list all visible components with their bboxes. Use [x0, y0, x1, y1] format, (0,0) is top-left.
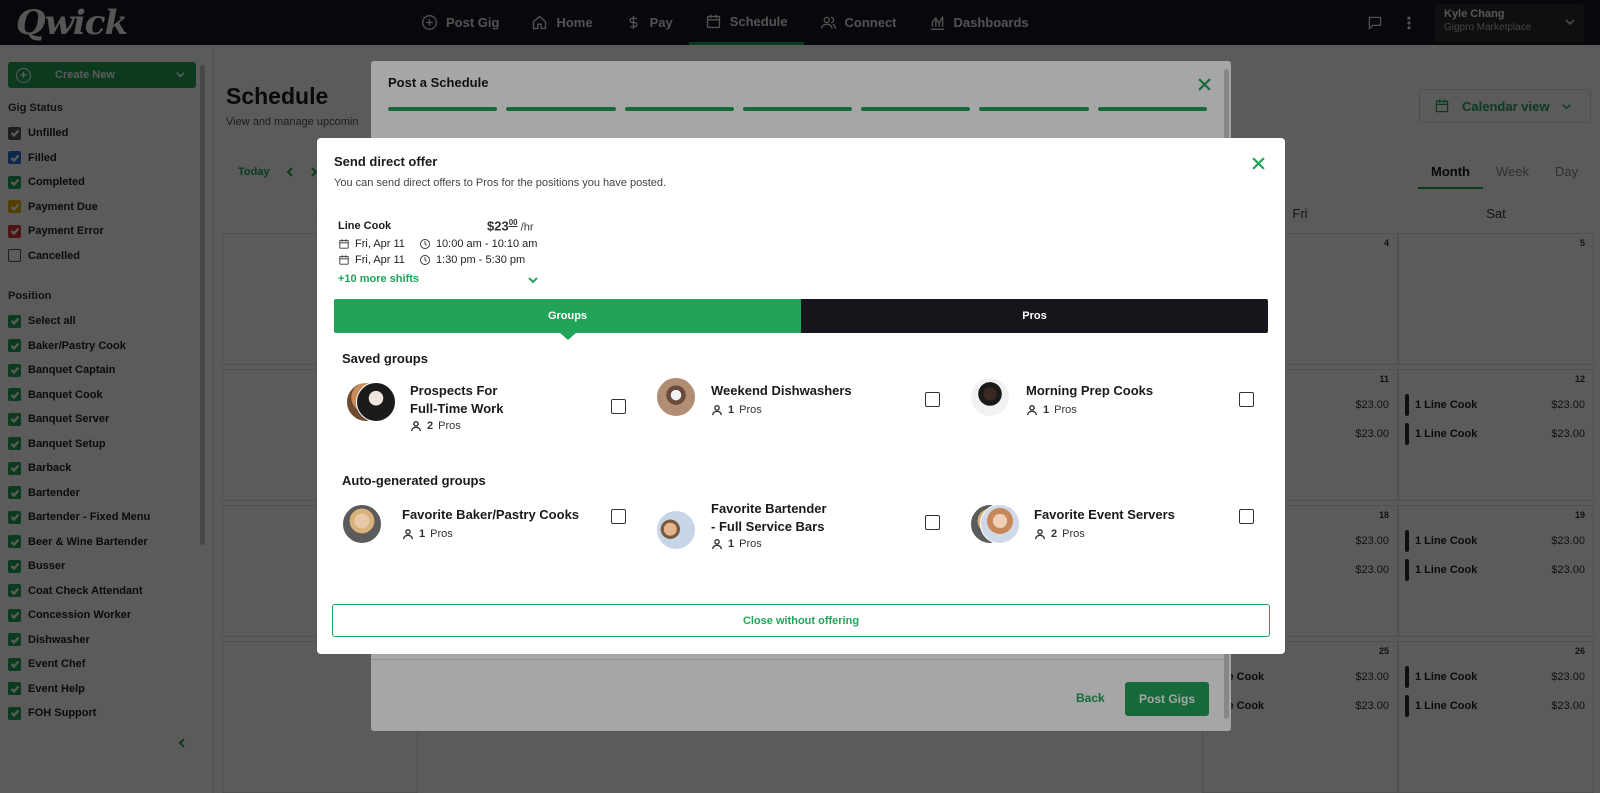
group-count-number: 1 — [728, 538, 735, 550]
saved-groups-heading: Saved groups — [342, 351, 428, 366]
rate-cents: 00 — [508, 218, 518, 227]
group-count: 2 Pros — [410, 419, 461, 433]
clock-icon — [419, 255, 430, 265]
group-name: Weekend Dishwashers — [711, 383, 852, 398]
group-count: 1 Pros — [711, 537, 762, 551]
avatar — [356, 382, 396, 422]
group-row[interactable]: Prospects For Full-Time Work 2 Pros — [342, 382, 638, 438]
group-checkbox[interactable] — [611, 509, 626, 524]
group-name-line: Full-Time Work — [410, 401, 504, 416]
calendar-icon — [339, 239, 349, 249]
person-icon — [411, 421, 421, 432]
close-icon[interactable] — [1252, 157, 1265, 170]
group-count-label: Pros — [739, 404, 762, 416]
group-checkbox[interactable] — [1239, 392, 1254, 407]
group-name: Favorite Baker/Pastry Cooks — [402, 507, 580, 522]
person-icon — [712, 405, 722, 416]
group-checkbox[interactable] — [611, 399, 626, 414]
shift-date: Fri, Apr 11 — [355, 254, 405, 266]
person-icon — [1035, 529, 1045, 540]
send-direct-offer-modal: Send direct offer You can send direct of… — [317, 138, 1285, 654]
group-count-label: Pros — [1062, 528, 1085, 540]
group-count-label: Pros — [739, 538, 762, 550]
group-count-label: Pros — [1054, 404, 1077, 416]
group-name: Prospects For Full-Time Work — [410, 382, 503, 418]
tab-groups[interactable]: Groups — [334, 299, 801, 340]
rate-unit: /hr — [517, 221, 534, 234]
group-checkbox[interactable] — [925, 515, 940, 530]
group-name: Favorite Event Servers — [1034, 507, 1175, 522]
shift-time: 1:30 pm - 5:30 pm — [435, 254, 526, 266]
avatar — [970, 377, 1010, 417]
group-count: 2 Pros — [1034, 527, 1085, 541]
group-name-line: Favorite Bartender — [711, 501, 827, 516]
group-row[interactable]: Favorite Bartender - Full Service Bars 1P… — [656, 501, 952, 562]
group-count-number: 1 — [728, 404, 735, 416]
group-row[interactable]: Morning Prep Cooks 1 Pros — [970, 377, 1266, 438]
group-count-number: 2 — [1051, 528, 1058, 540]
auto-groups-heading: Auto-generated groups — [342, 473, 486, 488]
clock-icon — [419, 239, 430, 249]
more-shifts-label: +10 more shifts — [338, 273, 420, 285]
group-row[interactable]: Weekend Dishwashers 1 Pros — [656, 377, 952, 438]
position-name: Line Cook — [338, 220, 392, 232]
group-count-number: 1 — [419, 528, 426, 540]
group-checkbox[interactable] — [925, 392, 940, 407]
avatar — [656, 510, 696, 550]
group-count-number: 2 — [427, 420, 434, 432]
group-count-number: 1 — [1043, 404, 1050, 416]
group-count: 1 Pros — [402, 527, 453, 541]
position-rate: $2300 /hr — [487, 218, 534, 233]
shift-time: 10:00 am - 10:10 am — [435, 238, 538, 250]
more-shifts-toggle[interactable]: +10 more shifts — [338, 273, 538, 285]
group-count-label: Pros — [430, 528, 453, 540]
group-row[interactable]: Favorite Baker/Pastry Cooks 1 Pros — [342, 504, 638, 562]
group-count: 1 Pros — [711, 403, 762, 417]
shift-line: Fri, Apr 11 10:00 am - 10:10 am — [338, 237, 537, 251]
offer-tabs: Groups Pros — [334, 299, 1268, 340]
person-icon — [712, 539, 722, 550]
chevron-down-icon — [528, 277, 538, 284]
shift-date: Fri, Apr 11 — [355, 238, 405, 250]
group-name: Morning Prep Cooks — [1026, 383, 1154, 398]
rate-dollars: $23 — [487, 218, 509, 234]
group-name: Favorite Bartender - Full Service Bars — [711, 500, 827, 536]
group-row[interactable]: Favorite Event Servers 2 Pros — [970, 504, 1266, 562]
modal-title: Send direct offer — [334, 154, 438, 169]
modal-subtitle: You can send direct offers to Pros for t… — [334, 177, 667, 189]
calendar-icon — [339, 255, 349, 265]
person-icon — [403, 529, 413, 540]
avatar — [980, 504, 1020, 544]
close-without-offering-button[interactable]: Close without offering — [332, 604, 1270, 637]
shift-line: Fri, Apr 11 1:30 pm - 5:30 pm — [338, 253, 525, 267]
person-icon — [1027, 405, 1037, 416]
avatar — [656, 377, 696, 417]
group-count-label: Pros — [438, 420, 461, 432]
avatar — [342, 504, 382, 544]
group-checkbox[interactable] — [1239, 509, 1254, 524]
group-name-line: - Full Service Bars — [711, 519, 825, 534]
tab-pros[interactable]: Pros — [801, 299, 1268, 333]
group-name-line: Prospects For — [410, 383, 498, 398]
group-count: 1 Pros — [1026, 403, 1077, 417]
